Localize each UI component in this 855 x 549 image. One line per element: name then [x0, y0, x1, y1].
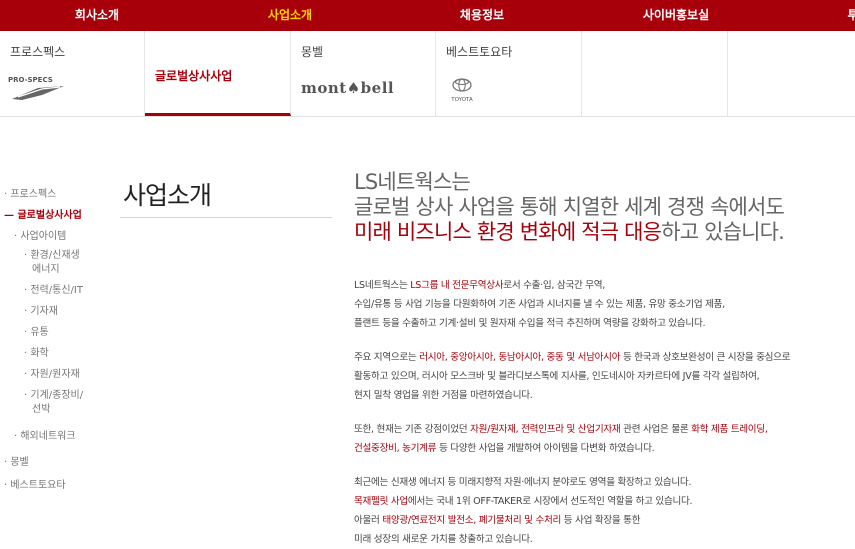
sub-menu-item-montbell[interactable]: 몽벨 mont♠bell — [291, 31, 436, 116]
paragraph-4-line-2: 목재펠릿 사업에서는 국내 1위 OFF-TAKER로 시장에서 선도적인 역할… — [354, 496, 693, 508]
paragraph-2-line-1: 주요 지역으로는 러시아, 중앙아시아, 동남아시아, 중동 및 서남아시아 등… — [354, 352, 791, 364]
sub-menu-label: 글로벌상사사업 — [155, 69, 233, 83]
left-nav-item-prospecs[interactable]: · 프로스펙스 — [4, 189, 56, 201]
top-nav-item-careers[interactable]: 채용정보 — [460, 0, 504, 31]
prospecs-logo-icon: PRO-SPECS — [8, 76, 64, 100]
text: 아울러 — [354, 515, 383, 526]
text: 관련 사업은 물론 — [620, 424, 692, 435]
left-nav-item-environment[interactable]: · 환경/신재생 — [24, 250, 80, 262]
left-nav-item-global-trading[interactable]: — 글로벌상사사업 — [4, 210, 82, 222]
left-nav-item-machinery[interactable]: · 기계/종장비/ — [24, 390, 83, 402]
left-nav-item-resources[interactable]: · 자원/원자재 — [24, 369, 80, 381]
sub-menu-label: 베스트토요타 — [446, 45, 513, 59]
highlight-text: 목재펠릿 사업 — [354, 496, 408, 507]
paragraph-4-line-3: 아울러 태양광/연료전지 발전소, 폐기물처리 및 수처리 등 사업 확장을 통… — [354, 515, 641, 527]
headline-line-2: 글로벌 상사 사업을 통해 치열한 세계 경쟁 속에서도 — [354, 195, 785, 219]
headline-line-1: LS네트웍스는 — [354, 170, 471, 194]
headline-rest: 하고 있습니다. — [661, 220, 785, 244]
text: LS네트웍스는 — [354, 280, 411, 291]
svg-text:PRO-SPECS: PRO-SPECS — [8, 76, 53, 84]
sub-menu-item-empty — [582, 31, 728, 116]
text: 주요 지역으로는 — [354, 352, 420, 363]
business-sub-menu: 프로스펙스 PRO-SPECS 글로벌상사사업 몽벨 mont♠bell 베스트… — [0, 31, 855, 117]
top-nav-item-invest[interactable]: 투 — [847, 0, 855, 31]
left-nav-item-environment-2[interactable]: 에너지 — [32, 264, 60, 276]
title-divider — [120, 217, 332, 218]
left-nav-item-distribution[interactable]: · 유통 — [24, 327, 49, 339]
paragraph-4-line-4: 미래 성장의 새로운 가치를 창출하고 있습니다. — [354, 534, 533, 545]
text: 등 사업 확장을 통한 — [561, 515, 641, 526]
sub-menu-label: 프로스펙스 — [10, 45, 66, 59]
left-nav-item-power-it[interactable]: · 전력/통신/IT — [24, 285, 83, 297]
sub-menu-item-best-toyota[interactable]: 베스트토요타 TOYOTA — [436, 31, 582, 116]
top-nav-item-business[interactable]: 사업소개 — [268, 0, 312, 31]
paragraph-1-line-2: 수입/유통 등 사업 기능을 다원화하여 기존 사업과 시너지를 낼 수 있는 … — [354, 299, 725, 310]
paragraph-2-line-3: 현지 밀착 영업을 위한 거점을 마련하였습니다. — [354, 390, 533, 401]
paragraph-1-line-1: LS네트웍스는 LS그룹 내 전문무역상사로서 수출·입, 삼국간 무역, — [354, 280, 605, 292]
sub-menu-item-global-trading[interactable]: 글로벌상사사업 — [145, 31, 291, 116]
toyota-logo-icon: TOYOTA — [450, 78, 473, 103]
text: 에서는 국내 1위 OFF-TAKER로 시장에서 선도적인 역할을 하고 있습… — [407, 496, 693, 507]
left-nav-item-overseas-network[interactable]: · 해외네트워크 — [14, 431, 76, 443]
left-nav-item-equipment[interactable]: · 기자재 — [24, 306, 58, 318]
headline-highlight: 미래 비즈니스 환경 변화에 적극 대응 — [354, 220, 662, 244]
paragraph-2-line-2: 활동하고 있으며, 러시아 모스크바 및 블라디보스톡에 지사를, 인도네시아 … — [354, 371, 760, 382]
headline-line-3: 미래 비즈니스 환경 변화에 적극 대응하고 있습니다. — [354, 220, 785, 244]
left-nav-item-best-toyota[interactable]: · 베스트토요타 — [4, 480, 66, 492]
top-nav-item-company[interactable]: 회사소개 — [75, 0, 119, 31]
sub-menu-label: 몽벨 — [301, 45, 324, 59]
montbell-logo: mont♠bell — [301, 79, 395, 97]
paragraph-3-line-1: 또한, 현재는 기존 강점이었던 자원/원자재, 전력인프라 및 산업기자재 관… — [354, 424, 768, 436]
highlight-text: 화학 제품 트레이딩, — [691, 424, 768, 435]
left-nav-item-machinery-2[interactable]: 선박 — [32, 404, 50, 416]
highlight-text: 건설중장비, 농기계류 — [354, 443, 437, 454]
svg-text:TOYOTA: TOYOTA — [450, 97, 473, 103]
left-nav-item-business-items[interactable]: · 사업아이템 — [14, 231, 66, 243]
top-nav-item-pr[interactable]: 사이버홍보실 — [643, 0, 709, 31]
paragraph-4-line-1: 최근에는 신재생 에너지 등 미래지향적 자원·에너지 분야로도 영역을 확장하… — [354, 477, 692, 488]
left-nav-item-montbell[interactable]: · 몽벨 — [4, 457, 29, 469]
highlight-text: LS그룹 내 전문무역상사 — [410, 280, 504, 291]
highlight-text: 러시아, 중앙아시아, 동남아시아, 중동 및 서남아시아 — [419, 352, 621, 363]
text: 또한, 현재는 기존 강점이었던 — [354, 424, 471, 435]
page-title: 사업소개 — [123, 181, 212, 210]
text: 로서 수출·입, 삼국간 무역, — [503, 280, 606, 291]
paragraph-1-line-3: 플랜트 등을 수출하고 기계·설비 및 원자재 수입을 적극 추진하며 역량을 … — [354, 318, 706, 329]
left-nav-item-chemical[interactable]: · 화학 — [24, 348, 49, 360]
top-nav: 회사소개 사업소개 채용정보 사이버홍보실 투 — [0, 0, 855, 31]
sub-menu-item-prospecs[interactable]: 프로스펙스 PRO-SPECS — [0, 31, 145, 116]
text: 등 다양한 사업을 개발하여 아이템을 다변화 하였습니다. — [436, 443, 655, 454]
highlight-text: 태양광/연료전지 발전소, 폐기물처리 및 수처리 — [382, 515, 562, 526]
highlight-text: 자원/원자재, 전력인프라 및 산업기자재 — [470, 424, 621, 435]
paragraph-3-line-2: 건설중장비, 농기계류 등 다양한 사업을 개발하여 아이템을 다변화 하였습니… — [354, 443, 655, 455]
text: 등 한국과 상호보완성이 큰 시장을 중심으로 — [620, 352, 791, 363]
